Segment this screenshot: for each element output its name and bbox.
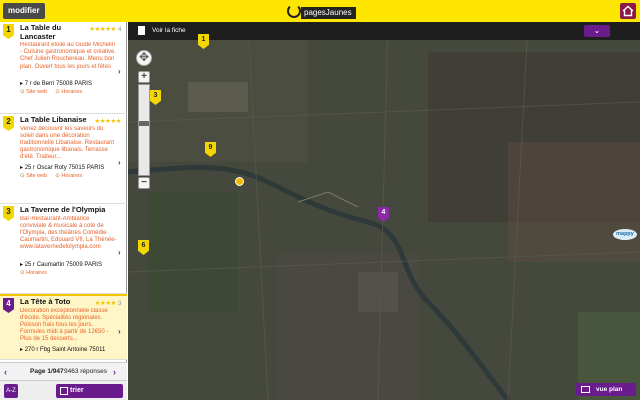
modifier-button[interactable]: modifier (3, 3, 45, 19)
home-icon (622, 5, 634, 17)
document-icon (138, 26, 145, 35)
view-listing-label: Voir la fiche (152, 27, 186, 34)
zoom-slider-handle[interactable] (139, 121, 149, 126)
chevron-down-icon[interactable]: ⌄ (584, 25, 610, 37)
result-title[interactable]: La Table Libanaise (20, 115, 90, 125)
chevron-right-icon[interactable]: › (118, 327, 124, 336)
sort-button-label: trier (70, 387, 84, 394)
result-number-badge: 1 (3, 24, 14, 39)
result-description: Restaurant étoilé au Guide Michelin - Cu… (20, 42, 117, 70)
result-address: 270 r Fbg Saint Antoine 75011 (20, 346, 117, 353)
sort-button[interactable]: trier (56, 384, 123, 398)
zoom-control: + − (136, 50, 152, 189)
review-count: 3 (117, 300, 122, 307)
pagesjaunes-logo-icon (285, 2, 301, 19)
result-address: 25 r Oscar Roty 75015 PARIS (20, 164, 117, 171)
hours-link[interactable]: Horaires (55, 173, 82, 179)
website-link[interactable]: Site web (20, 173, 47, 179)
chevron-right-icon[interactable]: › (118, 248, 124, 257)
result-card-4[interactable]: 4 La Tête à Toto ★★★★ 3 Décoration except… (0, 294, 127, 360)
pagination: ‹ Page 1/947 9463 réponses › (0, 362, 127, 380)
result-number-badge: 2 (3, 116, 14, 131)
result-title[interactable]: La Tête à Toto (20, 297, 90, 307)
result-address: 25 r Caumartin 75009 PARIS (20, 261, 117, 268)
chevron-right-icon[interactable]: › (118, 67, 124, 76)
previous-page-icon[interactable]: ‹ (4, 366, 14, 378)
location-dot[interactable] (235, 177, 244, 186)
sort-icon (60, 387, 68, 395)
sort-az-button[interactable]: A-Z (4, 384, 18, 398)
mappy-logo: mappy (613, 229, 637, 240)
top-bar: modifier pagesJaunes (0, 0, 640, 22)
pan-control-icon[interactable] (136, 50, 152, 66)
satellite-map[interactable]: Voir la fiche ⌄ + − 1 3 9 4 6 mappy vue … (128, 22, 640, 400)
logo-text: pagesJaunes (298, 6, 356, 19)
result-number-badge: 4 (3, 298, 14, 313)
result-title[interactable]: La Taverne de l'Olympia (20, 205, 120, 215)
hours-link[interactable]: Horaires (55, 89, 82, 95)
result-description: Venez découvrir les saveurs du soleil da… (20, 125, 115, 161)
chevron-right-icon[interactable]: › (118, 158, 124, 167)
next-page-icon[interactable]: › (113, 366, 123, 378)
hours-link[interactable]: Horaires (20, 270, 47, 276)
plan-view-button[interactable]: vue plan (576, 383, 636, 396)
result-number-badge: 3 (3, 206, 14, 221)
result-card-3[interactable]: 3 La Taverne de l'Olympia Bar-Restaurant… (0, 204, 127, 294)
result-description: Décoration exceptionnelle classe d'école… (20, 307, 109, 343)
rating-stars: ★★★★★ (94, 118, 121, 125)
review-count: 4 (117, 26, 122, 33)
sort-bar: A-Z trier (0, 380, 127, 400)
result-address: 7 r de Berri 75008 PARIS (20, 80, 117, 87)
results-sidebar: 1 La Table du Lancaster ★★★★★ 4 Restauran… (0, 22, 127, 400)
zoom-out-button[interactable]: − (138, 177, 150, 189)
page-indicator: Page 1/947 (30, 368, 64, 375)
result-title[interactable]: La Table du Lancaster (20, 23, 90, 41)
view-listing-button[interactable]: Voir la fiche (138, 25, 186, 37)
website-link[interactable]: Site web (20, 89, 47, 95)
results-count: 9463 réponses (63, 368, 107, 375)
rating-stars: ★★★★★ 4 (89, 26, 122, 33)
rating-stars: ★★★★ 3 (94, 300, 122, 307)
result-card-1[interactable]: 1 La Table du Lancaster ★★★★★ 4 Restauran… (0, 22, 127, 114)
pagesjaunes-logo[interactable]: pagesJaunes (285, 2, 356, 19)
home-button[interactable] (620, 3, 636, 19)
zoom-slider[interactable] (138, 84, 150, 176)
result-card-2[interactable]: 2 La Table Libanaise ★★★★★ Venez découvr… (0, 114, 127, 204)
zoom-in-button[interactable]: + (138, 71, 150, 83)
map-icon (581, 386, 590, 393)
result-description: Bar-Restaurant-Ambiance conviviale & mus… (20, 215, 117, 251)
plan-view-label: vue plan (596, 386, 623, 393)
